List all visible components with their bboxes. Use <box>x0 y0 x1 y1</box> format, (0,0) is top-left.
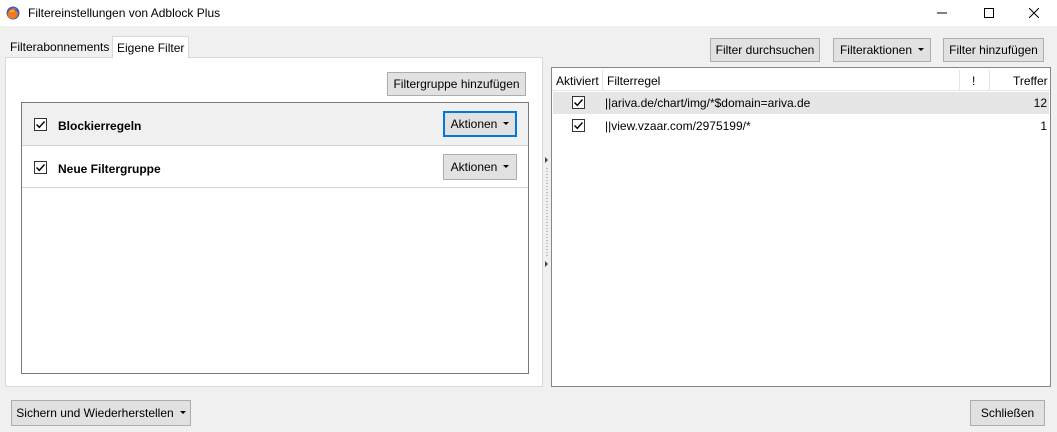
column-header-warning[interactable]: ! <box>972 71 975 90</box>
filter-group-list[interactable]: Blockierregeln Aktionen Neue Filtergrupp… <box>21 102 529 374</box>
filter-rule: ||view.vzaar.com/2975199/* <box>605 119 751 133</box>
filter-hits: 1 <box>1040 119 1047 133</box>
group-actions-button[interactable]: Aktionen <box>443 154 517 180</box>
close-icon <box>1029 8 1039 18</box>
tab-filterabonnements[interactable]: Filterabonnements <box>6 37 113 57</box>
dropdown-caret-icon <box>918 47 925 51</box>
header-label: Treffer <box>1013 73 1048 88</box>
add-filter-group-button[interactable]: Filtergruppe hinzufügen <box>387 72 526 96</box>
column-divider <box>959 70 960 90</box>
header-label: ! <box>972 73 976 88</box>
tab-label: Filterabonnements <box>10 40 110 54</box>
window-title: Filtereinstellungen von Adblock Plus <box>28 6 221 20</box>
header-label: Filterregel <box>607 73 661 88</box>
button-label: Filter hinzufügen <box>949 43 1038 57</box>
close-dialog-button[interactable]: Schließen <box>970 400 1045 426</box>
add-filter-button[interactable]: Filter hinzufügen <box>943 38 1044 62</box>
backup-restore-button[interactable]: Sichern und Wiederherstellen <box>11 400 191 426</box>
filter-enabled-checkbox[interactable] <box>572 96 585 109</box>
header-divider <box>552 90 1050 91</box>
tab-label: Eigene Filter <box>117 40 185 55</box>
maximize-button[interactable] <box>966 0 1012 26</box>
filter-hits: 12 <box>1033 96 1047 110</box>
button-label: Filter durchsuchen <box>715 43 815 57</box>
checkmark-icon <box>36 164 46 172</box>
tab-eigene-filter[interactable]: Eigene Filter <box>112 36 190 58</box>
dropdown-caret-icon <box>179 410 186 414</box>
checkmark-icon <box>574 122 584 130</box>
group-enabled-checkbox[interactable] <box>34 161 47 174</box>
firefox-icon <box>6 6 20 20</box>
maximize-icon <box>984 8 994 18</box>
button-label: Aktionen <box>450 117 498 131</box>
checkmark-icon <box>574 99 584 107</box>
header-label: Aktiviert <box>556 73 599 88</box>
filter-enabled-checkbox[interactable] <box>572 119 585 132</box>
filter-actions-button[interactable]: Filteraktionen <box>833 38 931 62</box>
group-row-blockierregeln[interactable]: Blockierregeln Aktionen <box>22 103 528 146</box>
splitter-grip-icon <box>545 157 548 267</box>
button-label: Filtergruppe hinzufügen <box>393 77 520 91</box>
minimize-button[interactable] <box>919 0 965 26</box>
panel-splitter[interactable] <box>543 60 551 388</box>
column-divider <box>602 70 603 90</box>
column-header-treffer[interactable]: Treffer <box>1013 71 1048 90</box>
group-actions-button[interactable]: Aktionen <box>443 111 517 137</box>
checkmark-icon <box>36 121 46 129</box>
button-label: Aktionen <box>450 160 498 174</box>
group-name: Neue Filtergruppe <box>58 162 161 176</box>
table-row[interactable]: ||ariva.de/chart/img/*$domain=ariva.de 1… <box>553 92 1049 114</box>
dropdown-caret-icon <box>503 121 510 125</box>
group-row-neue-filtergruppe[interactable]: Neue Filtergruppe Aktionen <box>22 147 528 188</box>
search-filters-button[interactable]: Filter durchsuchen <box>710 38 820 62</box>
button-label: Sichern und Wiederherstellen <box>16 406 174 420</box>
close-window-button[interactable] <box>1011 0 1057 26</box>
filter-rule: ||ariva.de/chart/img/*$domain=ariva.de <box>605 96 811 110</box>
dropdown-caret-icon <box>503 164 510 168</box>
button-label: Schließen <box>980 406 1035 420</box>
column-header-filterregel[interactable]: Filterregel <box>607 71 660 90</box>
button-label: Filteraktionen <box>839 43 913 57</box>
group-enabled-checkbox[interactable] <box>34 118 47 131</box>
table-row[interactable]: ||view.vzaar.com/2975199/* 1 <box>553 115 1049 137</box>
group-name: Blockierregeln <box>58 119 142 133</box>
column-header-aktiviert[interactable]: Aktiviert <box>556 71 599 90</box>
minimize-icon <box>937 12 947 14</box>
title-bar: Filtereinstellungen von Adblock Plus <box>0 0 1057 26</box>
column-divider <box>989 70 990 90</box>
